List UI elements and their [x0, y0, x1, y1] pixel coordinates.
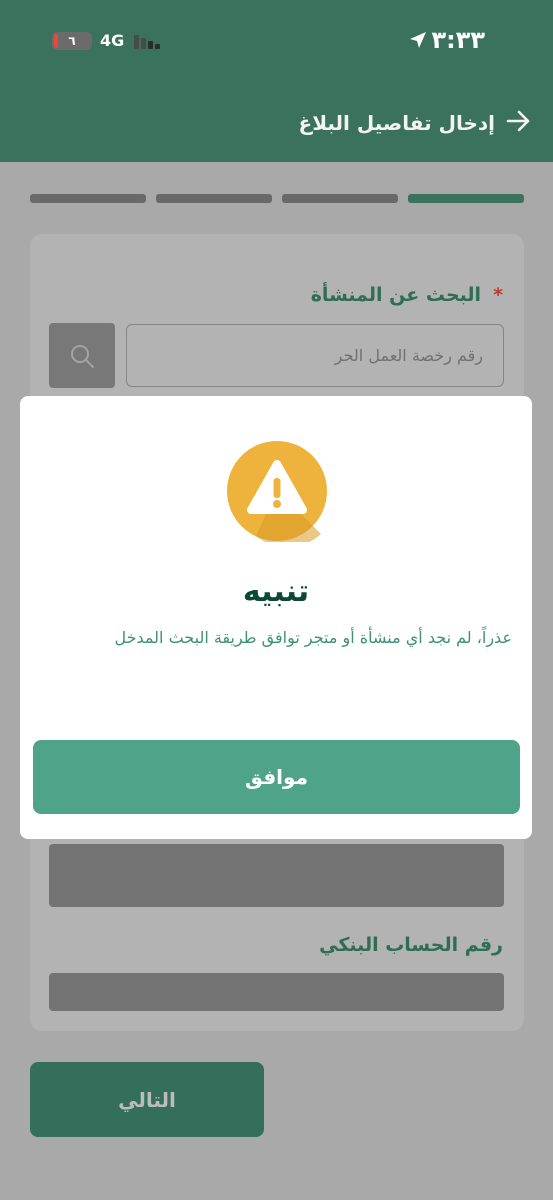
search-icon	[71, 344, 94, 368]
warning-icon	[227, 441, 327, 542]
search-facility-label-text: البحث عن المنشأة	[310, 284, 482, 306]
search-button[interactable]	[49, 323, 115, 388]
app-header: ٣:٣٣ ٦ 4G إدخال تفاصيل البلاغ	[0, 0, 553, 162]
status-time: ٣:٣٣	[431, 26, 485, 54]
ok-button[interactable]: موافق	[33, 740, 520, 814]
network-type: 4G	[100, 31, 125, 50]
back-arrow-icon[interactable]	[505, 108, 531, 134]
step-3-indicator	[156, 194, 272, 203]
page-title: إدخال تفاصيل البلاغ	[298, 111, 495, 135]
bank-account-label: رقم الحساب البنكي	[319, 934, 503, 956]
step-1-indicator	[408, 194, 524, 203]
battery-icon: ٦	[52, 32, 92, 50]
license-search-field[interactable]	[126, 324, 504, 387]
next-button[interactable]: التالي	[30, 1062, 264, 1137]
location-arrow-icon	[410, 32, 426, 48]
cellular-signal-icon	[134, 33, 164, 49]
license-number-input[interactable]	[127, 325, 503, 386]
alert-dialog: تنبيه عذراً، لم نجد أي منشأة أو متجر توا…	[20, 396, 532, 839]
alert-title: تنبيه	[242, 574, 310, 609]
step-4-indicator	[30, 194, 146, 203]
alert-message: عذراً، لم نجد أي منشأة أو متجر توافق طري…	[114, 628, 512, 647]
facility-field[interactable]	[49, 844, 504, 907]
search-facility-label: * البحث عن المنشأة	[311, 284, 503, 306]
battery-percentage: ٦	[68, 34, 76, 48]
required-mark: *	[493, 284, 503, 306]
bank-account-field[interactable]	[49, 973, 504, 1011]
status-bar: ٣:٣٣ ٦ 4G	[0, 0, 553, 80]
step-2-indicator	[282, 194, 398, 203]
